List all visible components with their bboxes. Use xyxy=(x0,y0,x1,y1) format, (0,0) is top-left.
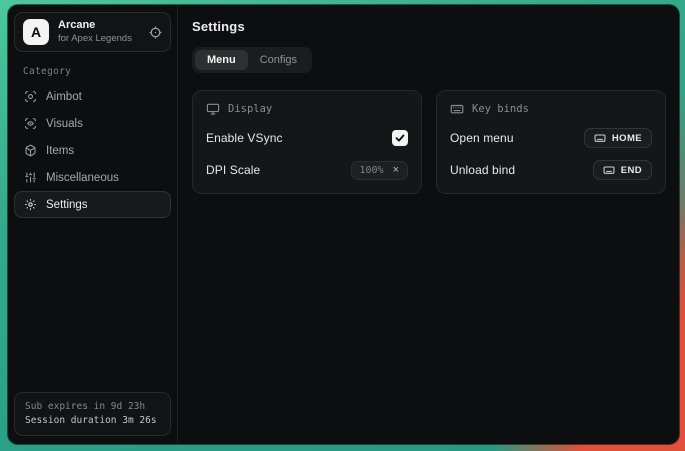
monitor-icon xyxy=(206,102,220,116)
sidebar-item-label: Items xyxy=(46,145,74,157)
open-menu-bind-button[interactable]: HOME xyxy=(584,128,652,148)
dpi-label: DPI Scale xyxy=(206,163,260,177)
setting-row-dpi: DPI Scale 100% × xyxy=(206,160,408,180)
sidebar-item-label: Miscellaneous xyxy=(46,172,119,184)
sidebar-item-aimbot[interactable]: Aimbot xyxy=(14,83,171,110)
sidebar-item-label: Aimbot xyxy=(46,91,82,103)
keyboard-icon xyxy=(450,102,464,116)
sliders-icon xyxy=(24,171,37,184)
dpi-value: 100% xyxy=(359,165,383,176)
open-menu-label: Open menu xyxy=(450,131,514,145)
unload-bind-button[interactable]: END xyxy=(593,160,652,180)
brand-logo: A xyxy=(23,19,49,45)
sidebar-item-miscellaneous[interactable]: Miscellaneous xyxy=(14,164,171,191)
keybinds-panel: Key binds Open menu HOME xyxy=(436,90,666,194)
keyboard-icon xyxy=(594,132,606,144)
scan-eye-icon xyxy=(24,117,37,130)
setting-row-open-menu: Open menu HOME xyxy=(450,128,652,148)
sidebar-item-label: Settings xyxy=(46,199,88,211)
sub-expires-text: Sub expires in 9d 23h xyxy=(25,400,160,414)
brand-name: Arcane xyxy=(58,19,140,33)
sidebar-item-visuals[interactable]: Visuals xyxy=(14,110,171,137)
main-content: Settings Menu Configs Display xyxy=(178,5,679,444)
crosshair-focus-icon xyxy=(24,90,37,103)
sidebar-item-label: Visuals xyxy=(46,118,83,130)
setting-row-vsync: Enable VSync xyxy=(206,128,408,148)
open-menu-key: HOME xyxy=(612,133,642,144)
category-label: Category xyxy=(23,66,177,77)
app-window: A Arcane for Apex Legends Category xyxy=(8,5,679,444)
display-panel-title: Display xyxy=(228,103,272,115)
tab-configs[interactable]: Configs xyxy=(248,50,309,70)
crosshair-icon[interactable] xyxy=(149,26,162,39)
keyboard-icon xyxy=(603,164,615,176)
vsync-label: Enable VSync xyxy=(206,131,283,145)
tab-menu[interactable]: Menu xyxy=(195,50,248,70)
sidebar-item-settings[interactable]: Settings xyxy=(14,191,171,218)
sidebar-nav: Aimbot Visuals xyxy=(8,83,177,218)
settings-panels: Display Enable VSync DPI Scale 100% × xyxy=(192,90,666,194)
unload-bind-key: END xyxy=(621,165,642,176)
page-title: Settings xyxy=(192,19,666,34)
check-icon xyxy=(395,133,405,143)
setting-row-unload-bind: Unload bind END xyxy=(450,160,652,180)
clear-icon[interactable]: × xyxy=(392,165,400,176)
package-box-icon xyxy=(24,144,37,157)
tab-bar: Menu Configs xyxy=(192,47,312,73)
sidebar: A Arcane for Apex Legends Category xyxy=(8,5,178,444)
keybinds-panel-title: Key binds xyxy=(472,103,529,115)
subscription-info-card: Sub expires in 9d 23h Session duration 3… xyxy=(14,392,171,437)
session-duration-text: Session duration 3m 26s xyxy=(25,414,160,428)
gear-icon xyxy=(24,198,37,211)
unload-bind-label: Unload bind xyxy=(450,163,515,177)
display-panel: Display Enable VSync DPI Scale 100% × xyxy=(192,90,422,194)
dpi-scale-input[interactable]: 100% × xyxy=(351,161,408,180)
vsync-checkbox[interactable] xyxy=(392,130,408,146)
brand-card: A Arcane for Apex Legends xyxy=(14,12,171,52)
brand-subtitle: for Apex Legends xyxy=(58,33,140,45)
sidebar-item-items[interactable]: Items xyxy=(14,137,171,164)
